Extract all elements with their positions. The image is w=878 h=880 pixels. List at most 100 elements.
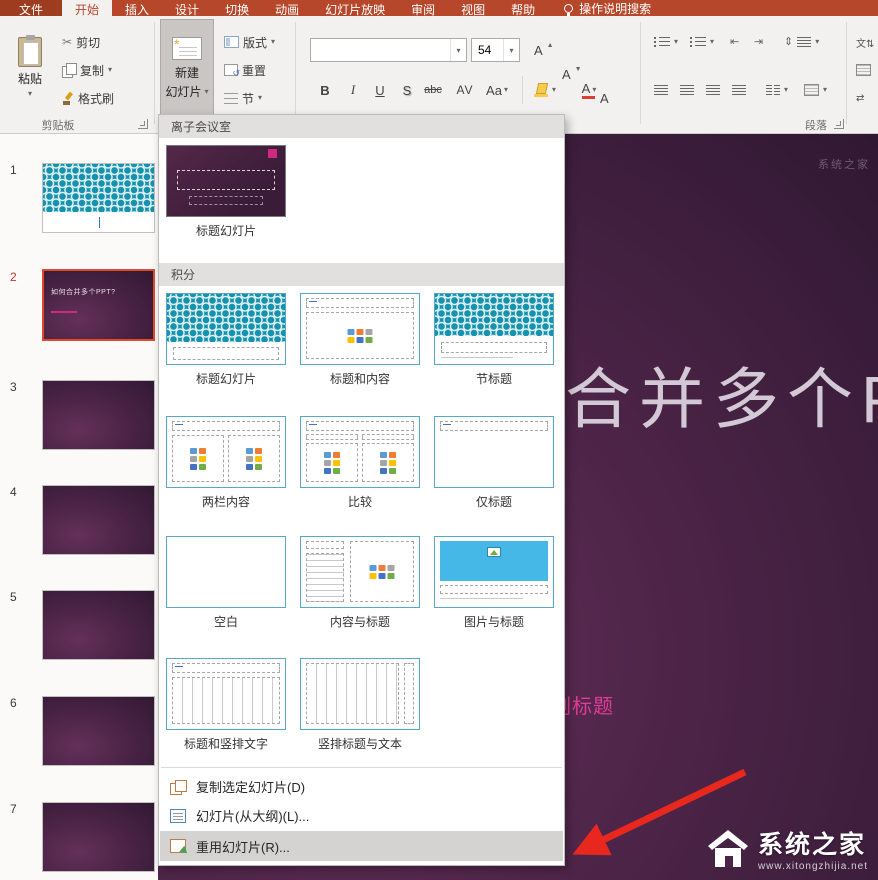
new-slide-button[interactable]: 新建 幻灯片 ▾ xyxy=(160,19,214,118)
tab-home[interactable]: 开始 xyxy=(62,0,112,16)
slide-thumb-3[interactable] xyxy=(42,380,155,450)
font-color-button[interactable]: A ▾ xyxy=(576,78,602,102)
reset-button[interactable]: 重置 xyxy=(220,58,270,82)
layout-vertical-title-and-text[interactable] xyxy=(300,658,420,730)
text-shadow-button[interactable]: S xyxy=(394,78,420,102)
cut-button[interactable]: ✂ 剪切 xyxy=(58,30,104,54)
tab-transitions[interactable]: 切换 xyxy=(212,0,262,16)
layout-section-header[interactable] xyxy=(434,293,554,365)
tell-me-search[interactable]: 操作说明搜索 xyxy=(564,0,651,16)
increase-indent-button[interactable]: ⇥ xyxy=(750,30,767,54)
powerpoint-window: 文件 开始 插入 设计 切换 动画 幻灯片放映 审阅 视图 帮助 操作说明搜索 … xyxy=(0,0,878,880)
tab-review[interactable]: 审阅 xyxy=(398,0,448,16)
title-placeholder-box xyxy=(173,347,279,360)
reuse-slides-item[interactable]: 重用幻灯片(R)... xyxy=(160,831,563,861)
layout-ion-title-slide[interactable] xyxy=(166,145,286,217)
font-size-combo[interactable]: ▾ xyxy=(471,38,520,62)
paste-label: 粘贴 xyxy=(18,70,42,87)
slides-from-outline-item[interactable]: 幻灯片(从大纲)(L)... xyxy=(160,802,563,829)
slide-thumb-5[interactable] xyxy=(42,590,155,660)
justify-button[interactable] xyxy=(728,78,750,102)
tab-design[interactable]: 设计 xyxy=(162,0,212,16)
tab-slideshow[interactable]: 幻灯片放映 xyxy=(312,0,398,16)
content-placeholder-box xyxy=(172,435,224,482)
chevron-down-icon: ▾ xyxy=(592,86,596,94)
content-icons-cluster xyxy=(324,452,340,474)
slide-thumb-4[interactable] xyxy=(42,485,155,555)
layout-picture-with-caption[interactable] xyxy=(434,536,554,608)
caption-title-box xyxy=(306,541,344,549)
shrink-font-glyph: A xyxy=(562,67,571,82)
layout-blank[interactable] xyxy=(166,536,286,608)
layout-title-only[interactable] xyxy=(434,416,554,488)
decrease-indent-button[interactable]: ⇤ xyxy=(726,30,743,54)
bold-button[interactable]: B xyxy=(312,78,338,102)
tab-view[interactable]: 视图 xyxy=(448,0,498,16)
strikethrough-button[interactable]: abc xyxy=(420,78,446,102)
text-direction-icon: 文⇅ xyxy=(856,35,874,50)
layout-title-slide[interactable] xyxy=(166,293,286,365)
text-highlight-button[interactable]: ▾ xyxy=(532,78,558,102)
copy-icon xyxy=(62,63,76,77)
slide-thumb-6[interactable] xyxy=(42,696,155,766)
layout-comparison[interactable] xyxy=(300,416,420,488)
format-painter-button[interactable]: 格式刷 xyxy=(58,86,118,110)
font-name-combo[interactable]: ▾ xyxy=(310,38,467,62)
tab-help[interactable]: 帮助 xyxy=(498,0,548,16)
slide-number-3: 3 xyxy=(10,380,17,394)
site-watermark: 系统之家 www.xitongzhijia.net xyxy=(706,825,868,872)
chevron-down-icon[interactable]: ▾ xyxy=(450,39,466,61)
tab-animations[interactable]: 动画 xyxy=(262,0,312,16)
chevron-down-icon: ▾ xyxy=(205,88,209,96)
chevron-down-icon: ▾ xyxy=(258,94,262,102)
cut-label: 剪切 xyxy=(76,34,100,51)
section-button[interactable]: 节 ▾ xyxy=(220,86,266,110)
align-center-button[interactable] xyxy=(676,78,698,102)
font-size-input[interactable] xyxy=(472,43,503,57)
layout-label: 两栏内容 xyxy=(166,493,286,510)
layout-label: 标题和竖排文字 xyxy=(166,735,286,752)
tab-file[interactable]: 文件 xyxy=(0,0,62,16)
layout-title-and-vertical-text[interactable] xyxy=(166,658,286,730)
numbering-button[interactable]: ▾ xyxy=(686,30,718,54)
layout-button[interactable]: 版式 ▾ xyxy=(220,30,279,54)
layout-title-and-content[interactable] xyxy=(300,293,420,365)
slide-thumb-2-selected[interactable]: 如何合并多个PPT? xyxy=(42,269,155,341)
italic-button[interactable]: I xyxy=(340,78,366,102)
duplicate-selected-slides-item[interactable]: 复制选定幻灯片(D) xyxy=(160,773,563,800)
smartart-icon: ⇄ xyxy=(856,93,864,104)
vertical-title-box xyxy=(404,663,414,724)
font-color-glyph: A xyxy=(582,81,591,96)
align-text-button[interactable]: ▾ xyxy=(800,78,831,102)
slide-thumb-7[interactable] xyxy=(42,802,155,872)
align-right-button[interactable] xyxy=(702,78,724,102)
columns-button[interactable]: ▾ xyxy=(762,78,792,102)
chevron-down-icon: ▾ xyxy=(504,86,508,94)
content-placeholder-box xyxy=(350,541,414,602)
tab-insert[interactable]: 插入 xyxy=(112,0,162,16)
line-spacing-button[interactable]: ⇕ ▾ xyxy=(780,30,823,54)
highlighter-icon xyxy=(534,83,550,97)
bullets-button[interactable]: ▾ xyxy=(650,30,682,54)
copy-button[interactable]: 复制 ▾ xyxy=(58,58,116,82)
align-left-button[interactable] xyxy=(650,78,672,102)
format-painter-label: 格式刷 xyxy=(78,90,114,107)
underline-button[interactable]: U xyxy=(367,78,393,102)
character-spacing-button[interactable]: AV xyxy=(452,78,478,102)
paste-button[interactable]: 粘贴 ▾ xyxy=(6,19,54,115)
chevron-down-icon[interactable]: ▾ xyxy=(503,39,519,61)
slide-thumb-1[interactable] xyxy=(42,163,155,233)
layout-content-with-caption[interactable] xyxy=(300,536,420,608)
change-case-button[interactable]: Aa ▾ xyxy=(484,78,510,102)
slide-number-1: 1 xyxy=(10,163,17,177)
content-placeholder-box xyxy=(306,312,414,359)
smartart-convert-button[interactable]: ⇄ xyxy=(852,86,868,110)
layout-two-content[interactable] xyxy=(166,416,286,488)
chevron-down-icon: ▾ xyxy=(552,86,556,94)
font-name-input[interactable] xyxy=(311,43,450,57)
align-text-vertical-button[interactable] xyxy=(852,58,875,82)
text-direction-button[interactable]: 文⇅ xyxy=(852,30,878,54)
lines-icon xyxy=(797,37,811,48)
paragraph-dialog-launcher[interactable] xyxy=(834,119,844,129)
clipboard-dialog-launcher[interactable] xyxy=(138,119,148,129)
